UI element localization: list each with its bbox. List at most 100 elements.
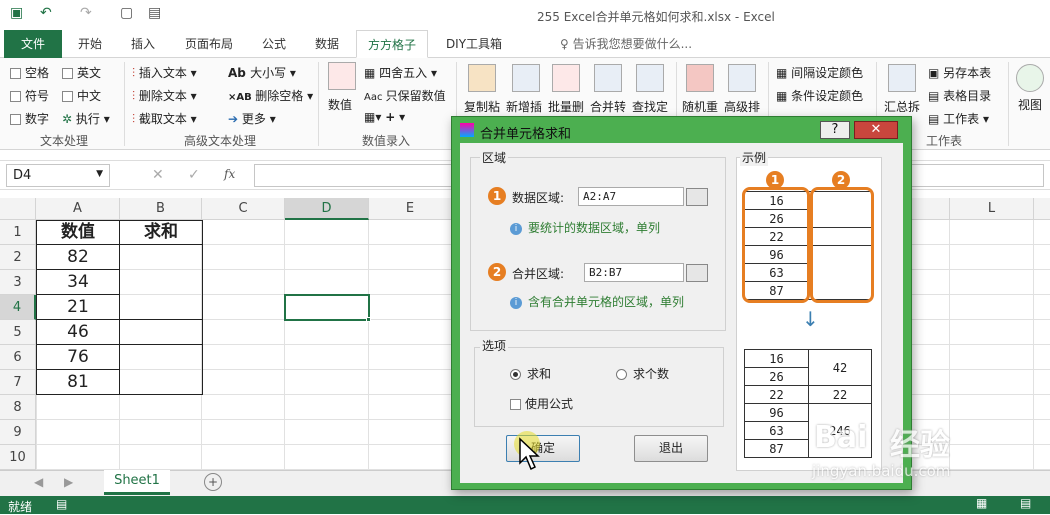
example-cell: 63 [744,421,809,440]
batch-delete-button[interactable]: 批量删 [548,98,584,115]
column-header[interactable]: B [120,198,202,220]
gridline [36,395,37,470]
example-cell: 22 [744,385,809,404]
row-header[interactable]: 4 [0,295,36,320]
cell-a7[interactable]: 81 [36,370,120,395]
cell-a2[interactable]: 82 [36,245,120,270]
row-header[interactable]: 3 [0,270,36,295]
execute-button[interactable]: ✲ 执行 ▾ [62,110,110,127]
close-icon[interactable]: ✕ [854,121,898,139]
selected-cell-d4[interactable] [284,294,370,321]
dialog-titlebar[interactable]: 合并单元格求和 ? ✕ [452,117,911,143]
merge-range-input[interactable]: B2:B7 [584,263,684,282]
row-header[interactable]: 2 [0,245,36,270]
row-header[interactable]: 7 [0,370,36,395]
row-header[interactable]: 6 [0,345,36,370]
row-header[interactable]: 1 [0,220,36,245]
name-box[interactable]: D4 ▼ [6,164,110,187]
column-header[interactable]: L [950,198,1034,220]
find-button[interactable]: 查找定 [632,98,668,115]
cond-color-button[interactable]: ▦ 条件设定颜色 [776,87,863,104]
row-header[interactable]: 10 [0,445,36,470]
summary-split-button[interactable]: 汇总拆 [884,98,920,115]
data-range-input[interactable]: A2:A7 [578,187,684,206]
opt-english[interactable]: 英文 [62,64,101,81]
cell-a5[interactable]: 46 [36,320,120,345]
confirm-icon[interactable]: ✓ [188,167,200,183]
round-button[interactable]: ▦ 四舍五入 ▾ [364,64,437,81]
random-button[interactable]: 随机重 [682,98,718,115]
tab-data[interactable]: 数据 [304,30,350,58]
sheet-tab-sheet1[interactable]: Sheet1 [104,470,170,495]
tab-ffgz[interactable]: 方方格子 [356,30,428,58]
undo-icon[interactable]: ↶ [40,5,52,21]
tab-formulas[interactable]: 公式 [250,30,298,58]
cell-a1[interactable]: 数值 [36,220,120,245]
add-sheet-icon[interactable]: + [204,473,222,491]
row-header[interactable]: 5 [0,320,36,345]
column-header[interactable]: A [36,198,120,220]
opt-symbol[interactable]: 符号 [10,87,49,104]
num-extra-button[interactable]: ▦▾ + ▾ [364,110,405,124]
range-picker-icon[interactable] [686,188,708,206]
customize-icon[interactable]: ▤ [148,5,161,21]
tab-home[interactable]: 开始 [68,30,112,58]
paste-icon [468,64,496,92]
insert-text-button[interactable]: ⫶ 插入文本 ▾ [132,64,197,81]
tab-file[interactable]: 文件 [4,30,62,58]
radio-sum[interactable]: 求和 [510,365,551,382]
number-button[interactable]: 数值 [328,96,352,113]
extract-text-button[interactable]: ⫶ 截取文本 ▾ [132,110,197,127]
cell-a4[interactable]: 21 [36,295,120,320]
radio-count[interactable]: 求个数 [616,365,669,382]
column-header[interactable] [1034,198,1050,220]
sheet-index-button[interactable]: ▤ 表格目录 [928,87,991,104]
view-button[interactable]: 视图 [1018,96,1042,113]
redo-icon[interactable]: ↷ [80,5,92,21]
fill-handle[interactable] [366,317,371,322]
opt-space[interactable]: 空格 [10,64,49,81]
exit-button[interactable]: 退出 [634,435,708,462]
use-formula-checkbox[interactable]: 使用公式 [510,395,573,412]
more-button[interactable]: ➔ 更多 ▾ [228,110,276,127]
row-header[interactable]: 9 [0,420,36,445]
tell-me[interactable]: ♀ 告诉我您想要做什么... [560,30,710,58]
tab-insert[interactable]: 插入 [118,30,168,58]
page-view-icon[interactable]: ▤ [1020,496,1031,510]
step-badge-1: 1 [488,187,506,205]
normal-view-icon[interactable]: ▦ [976,496,987,510]
cell-a6[interactable]: 76 [36,345,120,370]
fx-icon[interactable]: fx [224,167,235,181]
column-header[interactable]: D [285,198,369,220]
macro-icon[interactable]: ▤ [56,497,67,511]
cell-a3[interactable]: 34 [36,270,120,295]
keep-numbers-button[interactable]: Aac 只保留数值 [364,87,446,104]
select-all-corner[interactable] [0,198,36,220]
copy-paste-button[interactable]: 复制粘 [464,98,500,115]
cell-b1[interactable]: 求和 [120,220,202,245]
sort-button[interactable]: 高级排 [724,98,760,115]
merge-button[interactable]: 合并转 [590,98,626,115]
range-picker-icon[interactable] [686,264,708,282]
worksheet-button[interactable]: ▤ 工作表 ▾ [928,110,989,127]
insert-new-button[interactable]: 新增插 [506,98,542,115]
interval-color-button[interactable]: ▦ 间隔设定颜色 [776,64,863,81]
help-button[interactable]: ? [820,121,850,139]
cancel-icon[interactable]: ✕ [152,167,164,183]
opt-chinese[interactable]: 中文 [62,87,101,104]
opt-number[interactable]: 数字 [10,110,49,127]
prev-sheet-icon[interactable]: ◀ [34,475,43,489]
next-sheet-icon[interactable]: ▶ [64,475,73,489]
new-file-icon[interactable]: ▢ [120,5,133,21]
column-header[interactable]: E [369,198,452,220]
remove-spaces-button[interactable]: ×AB 删除空格 ▾ [228,87,313,104]
tab-page-layout[interactable]: 页面布局 [176,30,242,58]
save-icon[interactable]: ▣ [10,5,23,21]
info-icon: i [510,296,522,309]
delete-text-button[interactable]: ⫶ 删除文本 ▾ [132,87,197,104]
column-header[interactable]: C [202,198,285,220]
row-header[interactable]: 8 [0,395,36,420]
case-button[interactable]: Ab 大小写 ▾ [228,64,296,81]
tab-diy[interactable]: DIY工具箱 [436,30,512,58]
save-sheet-button[interactable]: ▣ 另存本表 [928,64,991,81]
